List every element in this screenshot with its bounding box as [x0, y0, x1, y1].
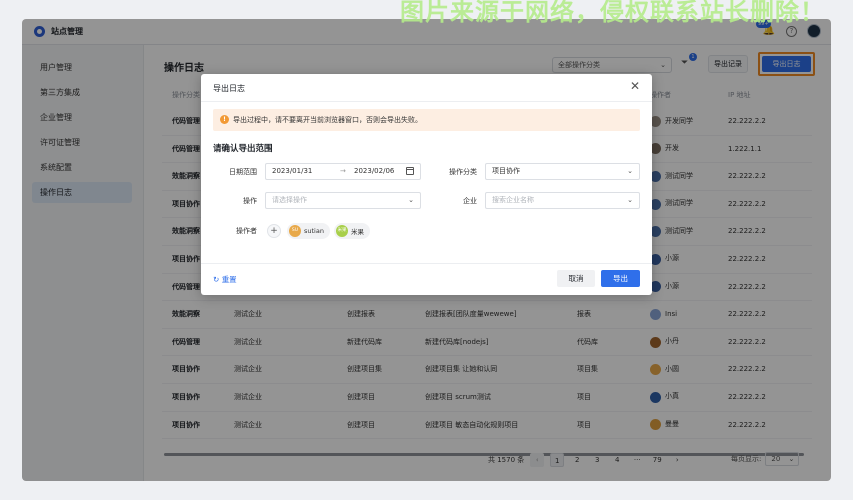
- operator-name: sutian: [304, 227, 324, 235]
- calendar-icon: [406, 167, 414, 175]
- watermark-text: 图片来源于网络，侵权联系站长删除！: [400, 0, 825, 26]
- operator-name: 米果: [351, 228, 364, 236]
- company-placeholder: 搜索企业名称: [492, 196, 534, 204]
- date-end-value: 2023/02/06: [354, 167, 395, 175]
- date-range-label: 日期范围: [229, 168, 257, 176]
- reset-button[interactable]: ↻ 重置: [213, 274, 237, 285]
- add-operator-button[interactable]: +: [267, 224, 281, 238]
- warning-text: 导出过程中，请不要离开当前浏览器窗口，否则会导出失败。: [233, 116, 422, 124]
- chevron-down-icon: ⌄: [408, 196, 414, 204]
- operator-chip[interactable]: SU sutian: [287, 223, 330, 239]
- warning-alert: ! 导出过程中，请不要离开当前浏览器窗口，否则会导出失败。: [213, 109, 640, 131]
- dialog-title: 导出日志: [213, 84, 245, 93]
- category-select[interactable]: 项目协作 ⌄: [485, 163, 640, 180]
- operator-avatar: SU: [289, 225, 301, 237]
- category-label: 操作分类: [449, 168, 477, 176]
- date-range-picker[interactable]: 2023/01/31 → 2023/02/06: [265, 163, 421, 180]
- operation-placeholder: 请选择操作: [272, 196, 307, 204]
- chevron-down-icon: ⌄: [627, 196, 633, 204]
- cancel-button[interactable]: 取消: [557, 270, 595, 287]
- company-search-select[interactable]: 搜索企业名称 ⌄: [485, 192, 640, 209]
- operation-label: 操作: [243, 197, 257, 205]
- operation-select[interactable]: 请选择操作 ⌄: [265, 192, 421, 209]
- chevron-down-icon: ⌄: [627, 167, 633, 175]
- date-separator: →: [340, 167, 346, 175]
- export-log-dialog: 导出日志 ✕ ! 导出过程中，请不要离开当前浏览器窗口，否则会导出失败。 请确认…: [201, 74, 652, 295]
- reset-label: 重置: [221, 275, 237, 284]
- close-icon[interactable]: ✕: [630, 79, 640, 93]
- confirm-export-button[interactable]: 导出: [601, 270, 640, 287]
- category-value: 项目协作: [492, 167, 520, 175]
- divider: [201, 263, 652, 264]
- section-title: 请确认导出范围: [213, 144, 273, 154]
- warning-icon: !: [220, 115, 229, 124]
- date-start-value: 2023/01/31: [272, 167, 313, 175]
- operator-chip[interactable]: 米果 米果: [334, 223, 370, 239]
- operator-label: 操作者: [236, 227, 257, 235]
- refresh-icon: ↻: [213, 275, 220, 284]
- divider: [201, 101, 652, 102]
- operator-avatar: 米果: [336, 225, 348, 237]
- company-label: 企业: [463, 197, 477, 205]
